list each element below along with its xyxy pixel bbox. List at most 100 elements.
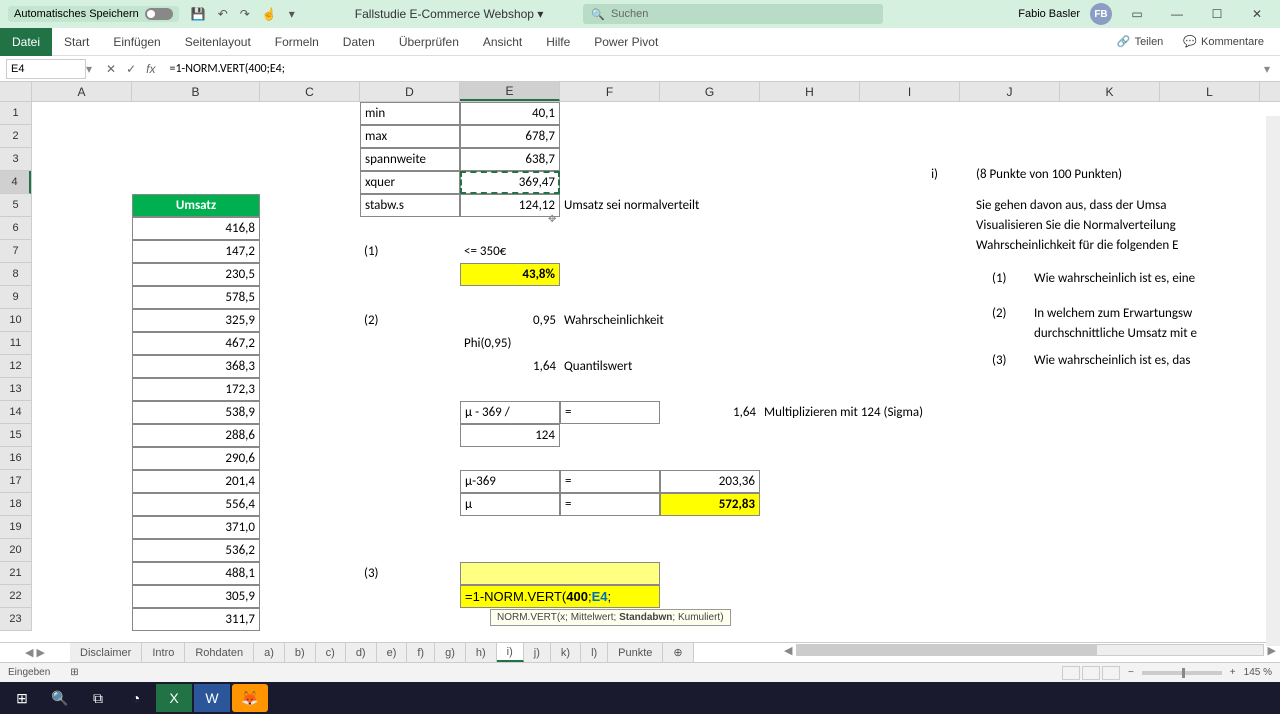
cell-b[interactable]: 147,2 xyxy=(132,240,260,263)
row-header[interactable]: 12 xyxy=(0,355,31,378)
user-name[interactable]: Fabio Basler xyxy=(1018,8,1080,20)
row-header[interactable]: 3 xyxy=(0,148,31,171)
view-pagebreak-icon[interactable] xyxy=(1102,666,1120,680)
col-header-a[interactable]: A xyxy=(32,82,132,101)
tab-hilfe[interactable]: Hilfe xyxy=(534,28,582,56)
sheet-tab[interactable]: d) xyxy=(346,643,377,662)
cell-d3[interactable]: spannweite xyxy=(360,148,460,171)
cell-d7[interactable]: (1) xyxy=(360,240,460,263)
cell-e4[interactable]: 369,47 xyxy=(460,171,560,194)
col-header-d[interactable]: D xyxy=(360,82,460,101)
ribbon-mode-icon[interactable]: ▭ xyxy=(1122,4,1152,24)
col-header-e[interactable]: E xyxy=(460,82,560,101)
touch-icon[interactable]: ☝ xyxy=(262,7,277,21)
app-icon[interactable]: ◔ xyxy=(118,684,154,712)
sheet-tab[interactable]: Disclaimer xyxy=(70,643,142,662)
cell-h14[interactable]: Multiplizieren mit 124 (Sigma) xyxy=(760,401,1020,424)
row-header[interactable]: 7 xyxy=(0,240,31,263)
tab-formeln[interactable]: Formeln xyxy=(263,28,331,56)
cell-b[interactable]: 371,0 xyxy=(132,516,260,539)
minimize-button[interactable]: — xyxy=(1162,4,1192,24)
cell-b[interactable]: 368,3 xyxy=(132,355,260,378)
search-box[interactable]: 🔍 Suchen xyxy=(583,4,883,24)
cell-e2[interactable]: 678,7 xyxy=(460,125,560,148)
tab-daten[interactable]: Daten xyxy=(331,28,387,56)
cell-b[interactable]: 488,1 xyxy=(132,562,260,585)
zoom-level[interactable]: 145 % xyxy=(1244,667,1272,678)
tab-ueberpruefen[interactable]: Überprüfen xyxy=(387,28,471,56)
row-header[interactable]: 9 xyxy=(0,286,31,309)
maximize-button[interactable]: ☐ xyxy=(1202,4,1232,24)
row-header[interactable]: 4 xyxy=(0,171,31,194)
cell-d5[interactable]: stabw.s xyxy=(360,194,460,217)
row-header[interactable]: 22 xyxy=(0,585,31,608)
cell-f17[interactable]: = xyxy=(560,470,660,493)
taskview-button[interactable]: ⧉ xyxy=(80,684,116,712)
save-icon[interactable]: 💾 xyxy=(191,7,206,21)
sheet-tab[interactable]: e) xyxy=(377,643,408,662)
undo-icon[interactable]: ↶ xyxy=(218,7,228,21)
cell-b[interactable]: 556,4 xyxy=(132,493,260,516)
row-header[interactable]: 21 xyxy=(0,562,31,585)
cell-g14[interactable]: 1,64 xyxy=(660,401,760,424)
cell-e11[interactable]: Phi(0,95) xyxy=(460,332,560,355)
vertical-scrollbar[interactable] xyxy=(1266,116,1280,646)
cells[interactable]: Umsatz 416,8 147,2 230,5 578,5 325,9 467… xyxy=(32,102,1280,642)
cell-e10[interactable]: 0,95 xyxy=(460,309,560,332)
col-header-l[interactable]: L xyxy=(1160,82,1260,101)
row-header[interactable]: 11 xyxy=(0,332,31,355)
row-header[interactable]: 20 xyxy=(0,539,31,562)
col-header-h[interactable]: H xyxy=(760,82,860,101)
col-header-f[interactable]: F xyxy=(560,82,660,101)
cell-e15[interactable]: 124 xyxy=(460,424,560,447)
row-header[interactable]: 1 xyxy=(0,102,31,125)
row-header[interactable]: 8 xyxy=(0,263,31,286)
row-header[interactable]: 5 xyxy=(0,194,31,217)
redo-icon[interactable]: ↷ xyxy=(240,7,250,21)
sheet-tab[interactable]: h) xyxy=(466,643,497,662)
row-header[interactable]: 14 xyxy=(0,401,31,424)
tab-nav[interactable]: ◀ ▶ xyxy=(0,643,70,662)
cell-g18[interactable]: 572,83 xyxy=(660,493,760,516)
zoom-in-icon[interactable]: + xyxy=(1230,667,1236,678)
view-pagelayout-icon[interactable] xyxy=(1082,666,1100,680)
cell-b[interactable]: 288,6 xyxy=(132,424,260,447)
cell-b[interactable]: 538,9 xyxy=(132,401,260,424)
cell-b[interactable]: 467,2 xyxy=(132,332,260,355)
new-sheet-button[interactable]: ⊕ xyxy=(663,643,693,662)
sheet-tab[interactable]: g) xyxy=(435,643,466,662)
col-header-c[interactable]: C xyxy=(260,82,360,101)
avatar[interactable]: FB xyxy=(1090,3,1112,25)
cell-f10[interactable]: Wahrscheinlichkeit xyxy=(560,309,760,332)
cell-b5-header[interactable]: Umsatz xyxy=(132,194,260,217)
sheet-tab[interactable]: b) xyxy=(285,643,316,662)
cell-b[interactable]: 536,2 xyxy=(132,539,260,562)
sheet-tab[interactable]: j) xyxy=(524,643,551,662)
sheet-tab[interactable]: k) xyxy=(551,643,581,662)
tab-ansicht[interactable]: Ansicht xyxy=(471,28,534,56)
accessibility-icon[interactable]: ⊞ xyxy=(70,667,78,678)
row-header[interactable]: 16 xyxy=(0,447,31,470)
row-header[interactable]: 2 xyxy=(0,125,31,148)
cell-d1[interactable]: min xyxy=(360,102,460,125)
sheet-tab-active[interactable]: i) xyxy=(497,643,524,662)
cell-d10[interactable]: (2) xyxy=(360,309,460,332)
cell-e18[interactable]: μ xyxy=(460,493,560,516)
sheet-tab[interactable]: Intro xyxy=(142,643,185,662)
horizontal-scrollbar[interactable]: ◀ ▶ xyxy=(780,643,1280,657)
cell-b[interactable]: 172,3 xyxy=(132,378,260,401)
cell-d2[interactable]: max xyxy=(360,125,460,148)
cell-b[interactable]: 311,7 xyxy=(132,608,260,631)
row-header[interactable]: 18 xyxy=(0,493,31,516)
tab-datei[interactable]: Datei xyxy=(0,28,52,56)
cell-f14[interactable]: = xyxy=(560,401,660,424)
cell-e8[interactable]: 43,8% xyxy=(460,263,560,286)
sheet-tab[interactable]: Punkte xyxy=(608,643,663,662)
formula-input[interactable]: =1-NORM.VERT(400;E4; xyxy=(165,62,1264,76)
cell-b[interactable]: 325,9 xyxy=(132,309,260,332)
cell-g17[interactable]: 203,36 xyxy=(660,470,760,493)
select-all-corner[interactable] xyxy=(0,82,32,102)
cell-e14[interactable]: μ - 369 / xyxy=(460,401,560,424)
col-header-g[interactable]: G xyxy=(660,82,760,101)
cell-b[interactable]: 305,9 xyxy=(132,585,260,608)
